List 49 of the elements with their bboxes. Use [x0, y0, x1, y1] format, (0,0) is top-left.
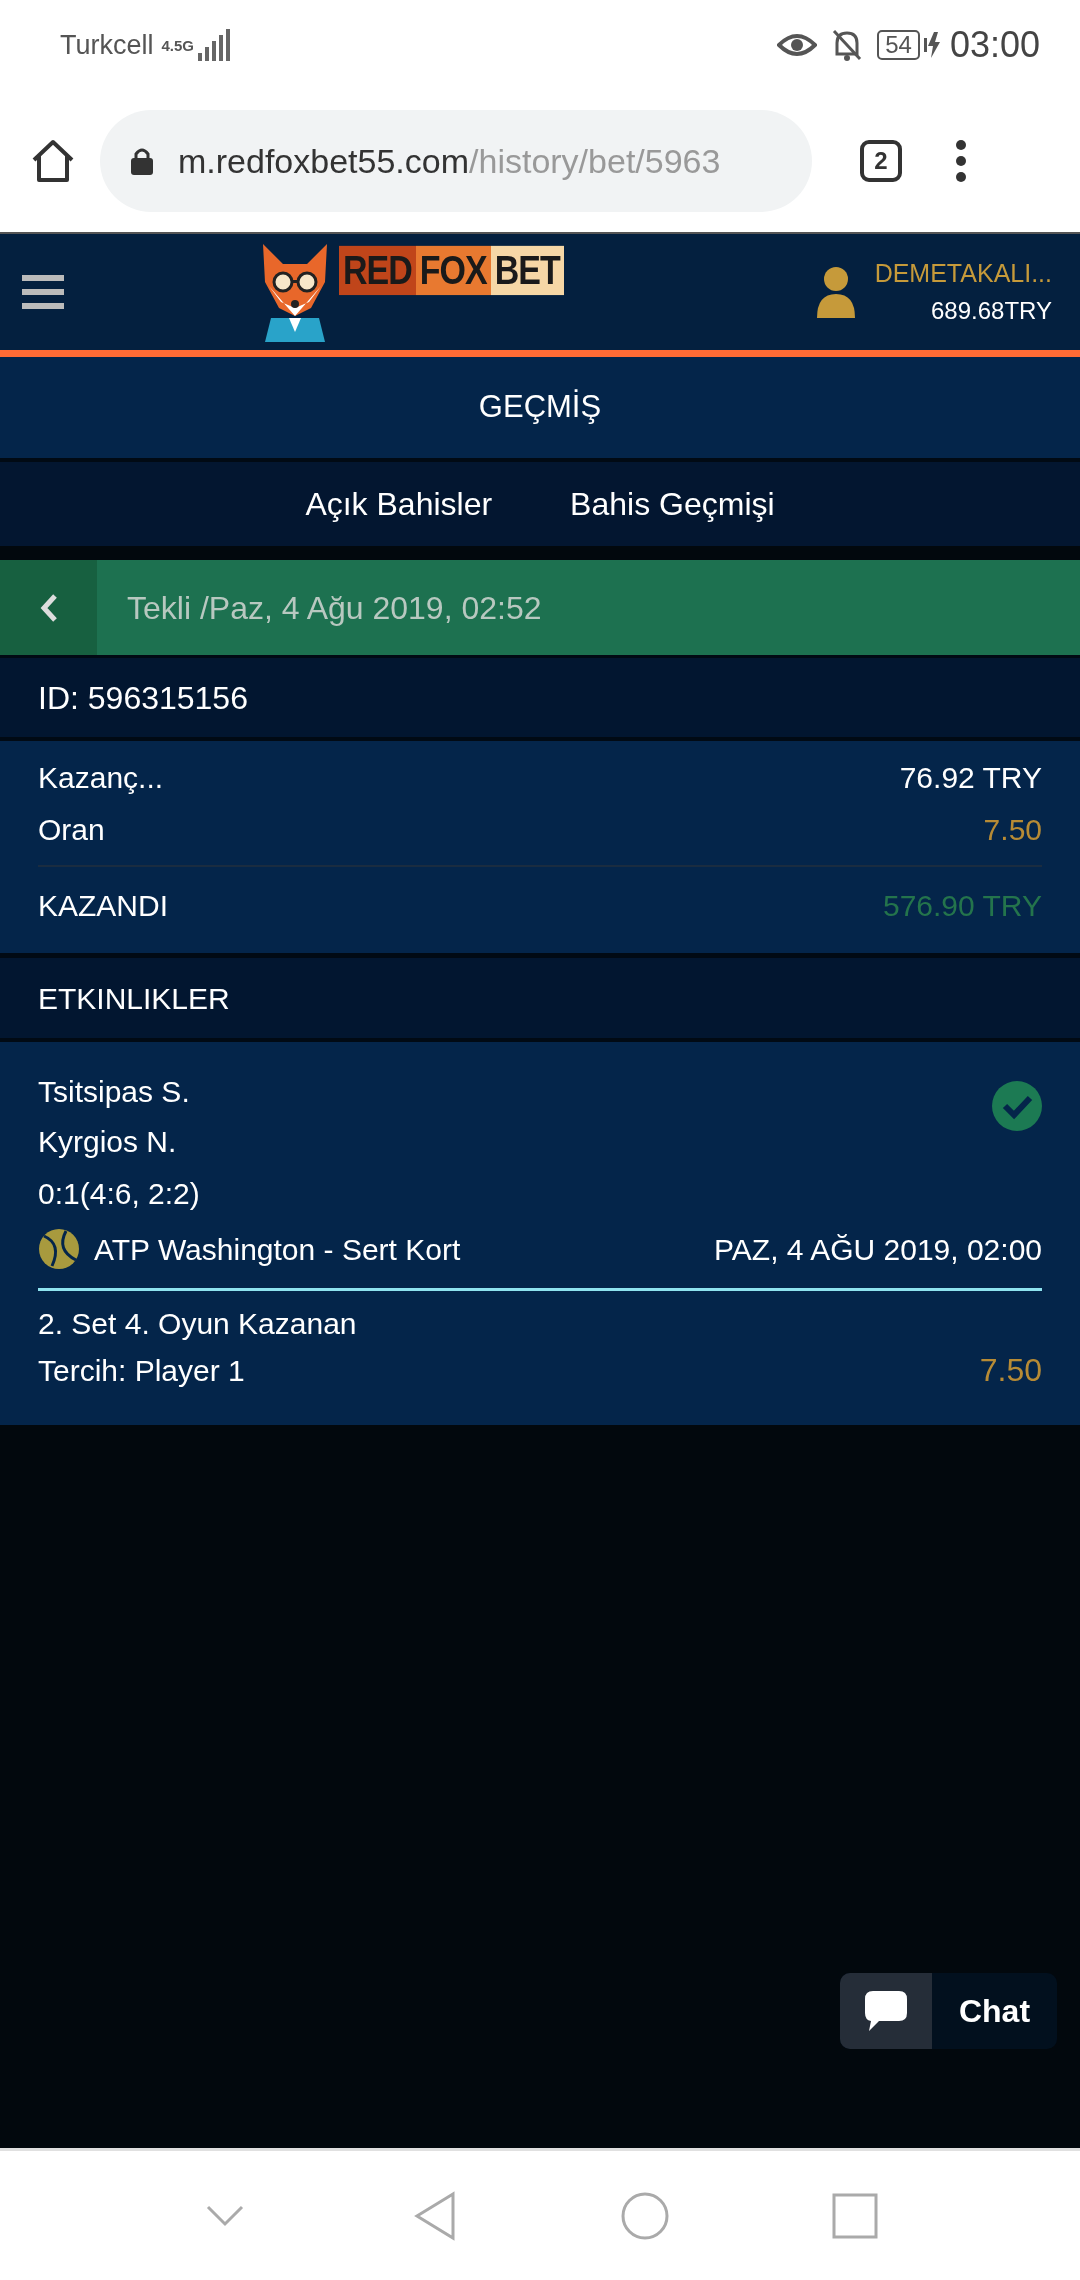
match-start-time: PAZ, 4 AĞU 2019, 02:00	[714, 1231, 1042, 1268]
logo-text: RED	[338, 245, 416, 296]
tab[interactable]: Açık Bahisler	[305, 474, 493, 534]
clock-time: 03:00	[949, 23, 1040, 67]
section-title: ETKINLIKLER	[38, 980, 230, 1017]
chat-button[interactable]: Chat	[840, 1973, 1057, 2049]
back-icon[interactable]	[413, 2190, 457, 2241]
lock-icon	[130, 146, 154, 176]
tab-count[interactable]: 2	[860, 140, 902, 182]
team-name: Tsitsipas S.	[38, 1073, 190, 1110]
username[interactable]: DEMETAKALI...	[874, 255, 1052, 293]
logo-text: BET	[490, 245, 564, 296]
carrier-name: Turkcell	[60, 28, 154, 62]
tennis-ball-icon	[38, 1228, 80, 1270]
home-circle-icon[interactable]	[620, 2190, 670, 2241]
summary-value: 76.92 TRY	[899, 759, 1042, 796]
bet-id: ID: 596315156	[38, 678, 248, 718]
chevron-down-icon[interactable]	[205, 2203, 245, 2228]
address-bar[interactable]: m.redfoxbet55.com/history/bet/5963	[100, 110, 812, 212]
summary-label: Oran	[38, 811, 105, 848]
summary-value: 7.50	[983, 811, 1042, 848]
home-icon[interactable]	[30, 138, 76, 184]
logo-text: FOX	[415, 245, 491, 296]
signal-icon	[198, 29, 231, 61]
summary-label: KAZANDI	[38, 887, 169, 924]
summary-label: Kazanç...	[38, 759, 164, 796]
bet-title: Tekli /Paz, 4 Ağu 2019, 02:52	[126, 588, 542, 628]
network-type: 4.5G	[161, 37, 195, 53]
user-icon[interactable]	[814, 266, 857, 318]
more-icon[interactable]	[954, 139, 968, 183]
bet-selection: Tercih: Player 1	[38, 1352, 245, 1389]
recents-icon[interactable]	[832, 2192, 878, 2239]
league-name: ATP Washington - Sert Kort	[94, 1231, 461, 1268]
chevron-left-icon	[38, 592, 59, 623]
market-name: 2. Set 4. Oyun Kazanan	[38, 1305, 357, 1342]
odds-value: 7.50	[979, 1351, 1042, 1390]
bell-off-icon	[831, 28, 864, 62]
battery-indicator: 54	[877, 29, 920, 61]
page-title: GEÇMİŞ	[478, 388, 602, 427]
url-text: m.redfoxbet55.com/history/bet/5963	[178, 140, 721, 182]
team-name: Kyrgios N.	[38, 1123, 177, 1160]
menu-icon[interactable]	[22, 273, 64, 311]
back-button[interactable]	[0, 560, 97, 655]
summary-value: 576.90 TRY	[883, 887, 1042, 924]
speech-bubble-icon	[865, 1991, 907, 2031]
tab[interactable]: Bahis Geçmişi	[570, 474, 775, 534]
balance-amount: 689.68TRY	[931, 295, 1052, 326]
eye-icon	[777, 31, 818, 59]
match-score: 0:1(4:6, 2:2)	[38, 1175, 200, 1212]
